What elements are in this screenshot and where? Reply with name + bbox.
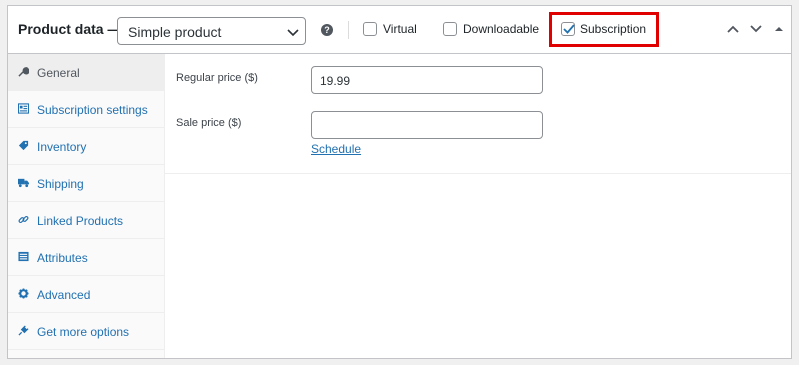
sale-price-label: Sale price ($)	[176, 117, 242, 129]
tab-inventory-label: Inventory	[37, 140, 87, 154]
checkmark-icon	[563, 24, 575, 34]
truck-icon	[18, 178, 29, 188]
general-tab-content: Regular price ($) 19.99 Sale price ($) S…	[165, 54, 791, 174]
tab-get-more-options[interactable]: Get more options	[8, 313, 165, 350]
tab-advanced-label: Advanced	[37, 288, 91, 302]
tab-advanced[interactable]: Advanced	[8, 276, 165, 313]
subscription-checkbox[interactable]	[561, 22, 575, 36]
downloadable-label[interactable]: Downloadable	[463, 22, 539, 36]
regular-price-input[interactable]: 19.99	[311, 66, 543, 94]
virtual-checkbox[interactable]	[363, 22, 377, 36]
tab-subscription-settings-label: Subscription settings	[37, 103, 148, 117]
schedule-link[interactable]: Schedule	[311, 142, 361, 156]
gear-icon	[18, 288, 29, 299]
panel-title: Product data —	[18, 21, 122, 37]
tab-inventory[interactable]: Inventory	[8, 128, 165, 165]
subscription-icon	[18, 103, 29, 114]
divider	[348, 21, 349, 39]
help-icon[interactable]: ?	[321, 24, 333, 36]
tab-linked-products[interactable]: Linked Products	[8, 202, 165, 239]
virtual-label[interactable]: Virtual	[383, 22, 417, 36]
plug-icon	[18, 325, 29, 336]
sale-price-input[interactable]	[311, 111, 543, 139]
product-data-tabs: General Subscription settings Inventory	[8, 54, 165, 358]
collapse-toggle-icon[interactable]	[774, 23, 784, 35]
move-up-icon[interactable]	[726, 23, 740, 35]
tab-attributes[interactable]: Attributes	[8, 239, 165, 276]
subscription-label[interactable]: Subscription	[580, 22, 646, 36]
tab-attributes-label: Attributes	[37, 251, 88, 265]
regular-price-label: Regular price ($)	[176, 72, 258, 84]
product-type-select[interactable]: Simple product	[117, 17, 306, 45]
downloadable-checkbox[interactable]	[443, 22, 457, 36]
tab-general-label: General	[37, 66, 80, 80]
tab-subscription-settings[interactable]: Subscription settings	[8, 91, 165, 128]
move-down-icon[interactable]	[749, 23, 763, 35]
product-data-header: Product data — Simple product ? Virtual …	[8, 6, 791, 54]
tab-get-more-options-label: Get more options	[37, 325, 130, 339]
tag-icon	[18, 140, 29, 151]
link-icon	[18, 215, 29, 224]
product-type-value: Simple product	[128, 24, 222, 40]
chevron-down-icon	[287, 29, 299, 37]
tab-shipping-label: Shipping	[37, 177, 84, 191]
tab-linked-products-label: Linked Products	[37, 214, 124, 228]
product-data-panel: Product data — Simple product ? Virtual …	[7, 5, 792, 359]
wrench-icon	[18, 67, 29, 77]
regular-price-value: 19.99	[320, 74, 351, 88]
list-icon	[18, 251, 29, 262]
tab-general[interactable]: General	[8, 54, 165, 91]
tab-shipping[interactable]: Shipping	[8, 165, 165, 202]
